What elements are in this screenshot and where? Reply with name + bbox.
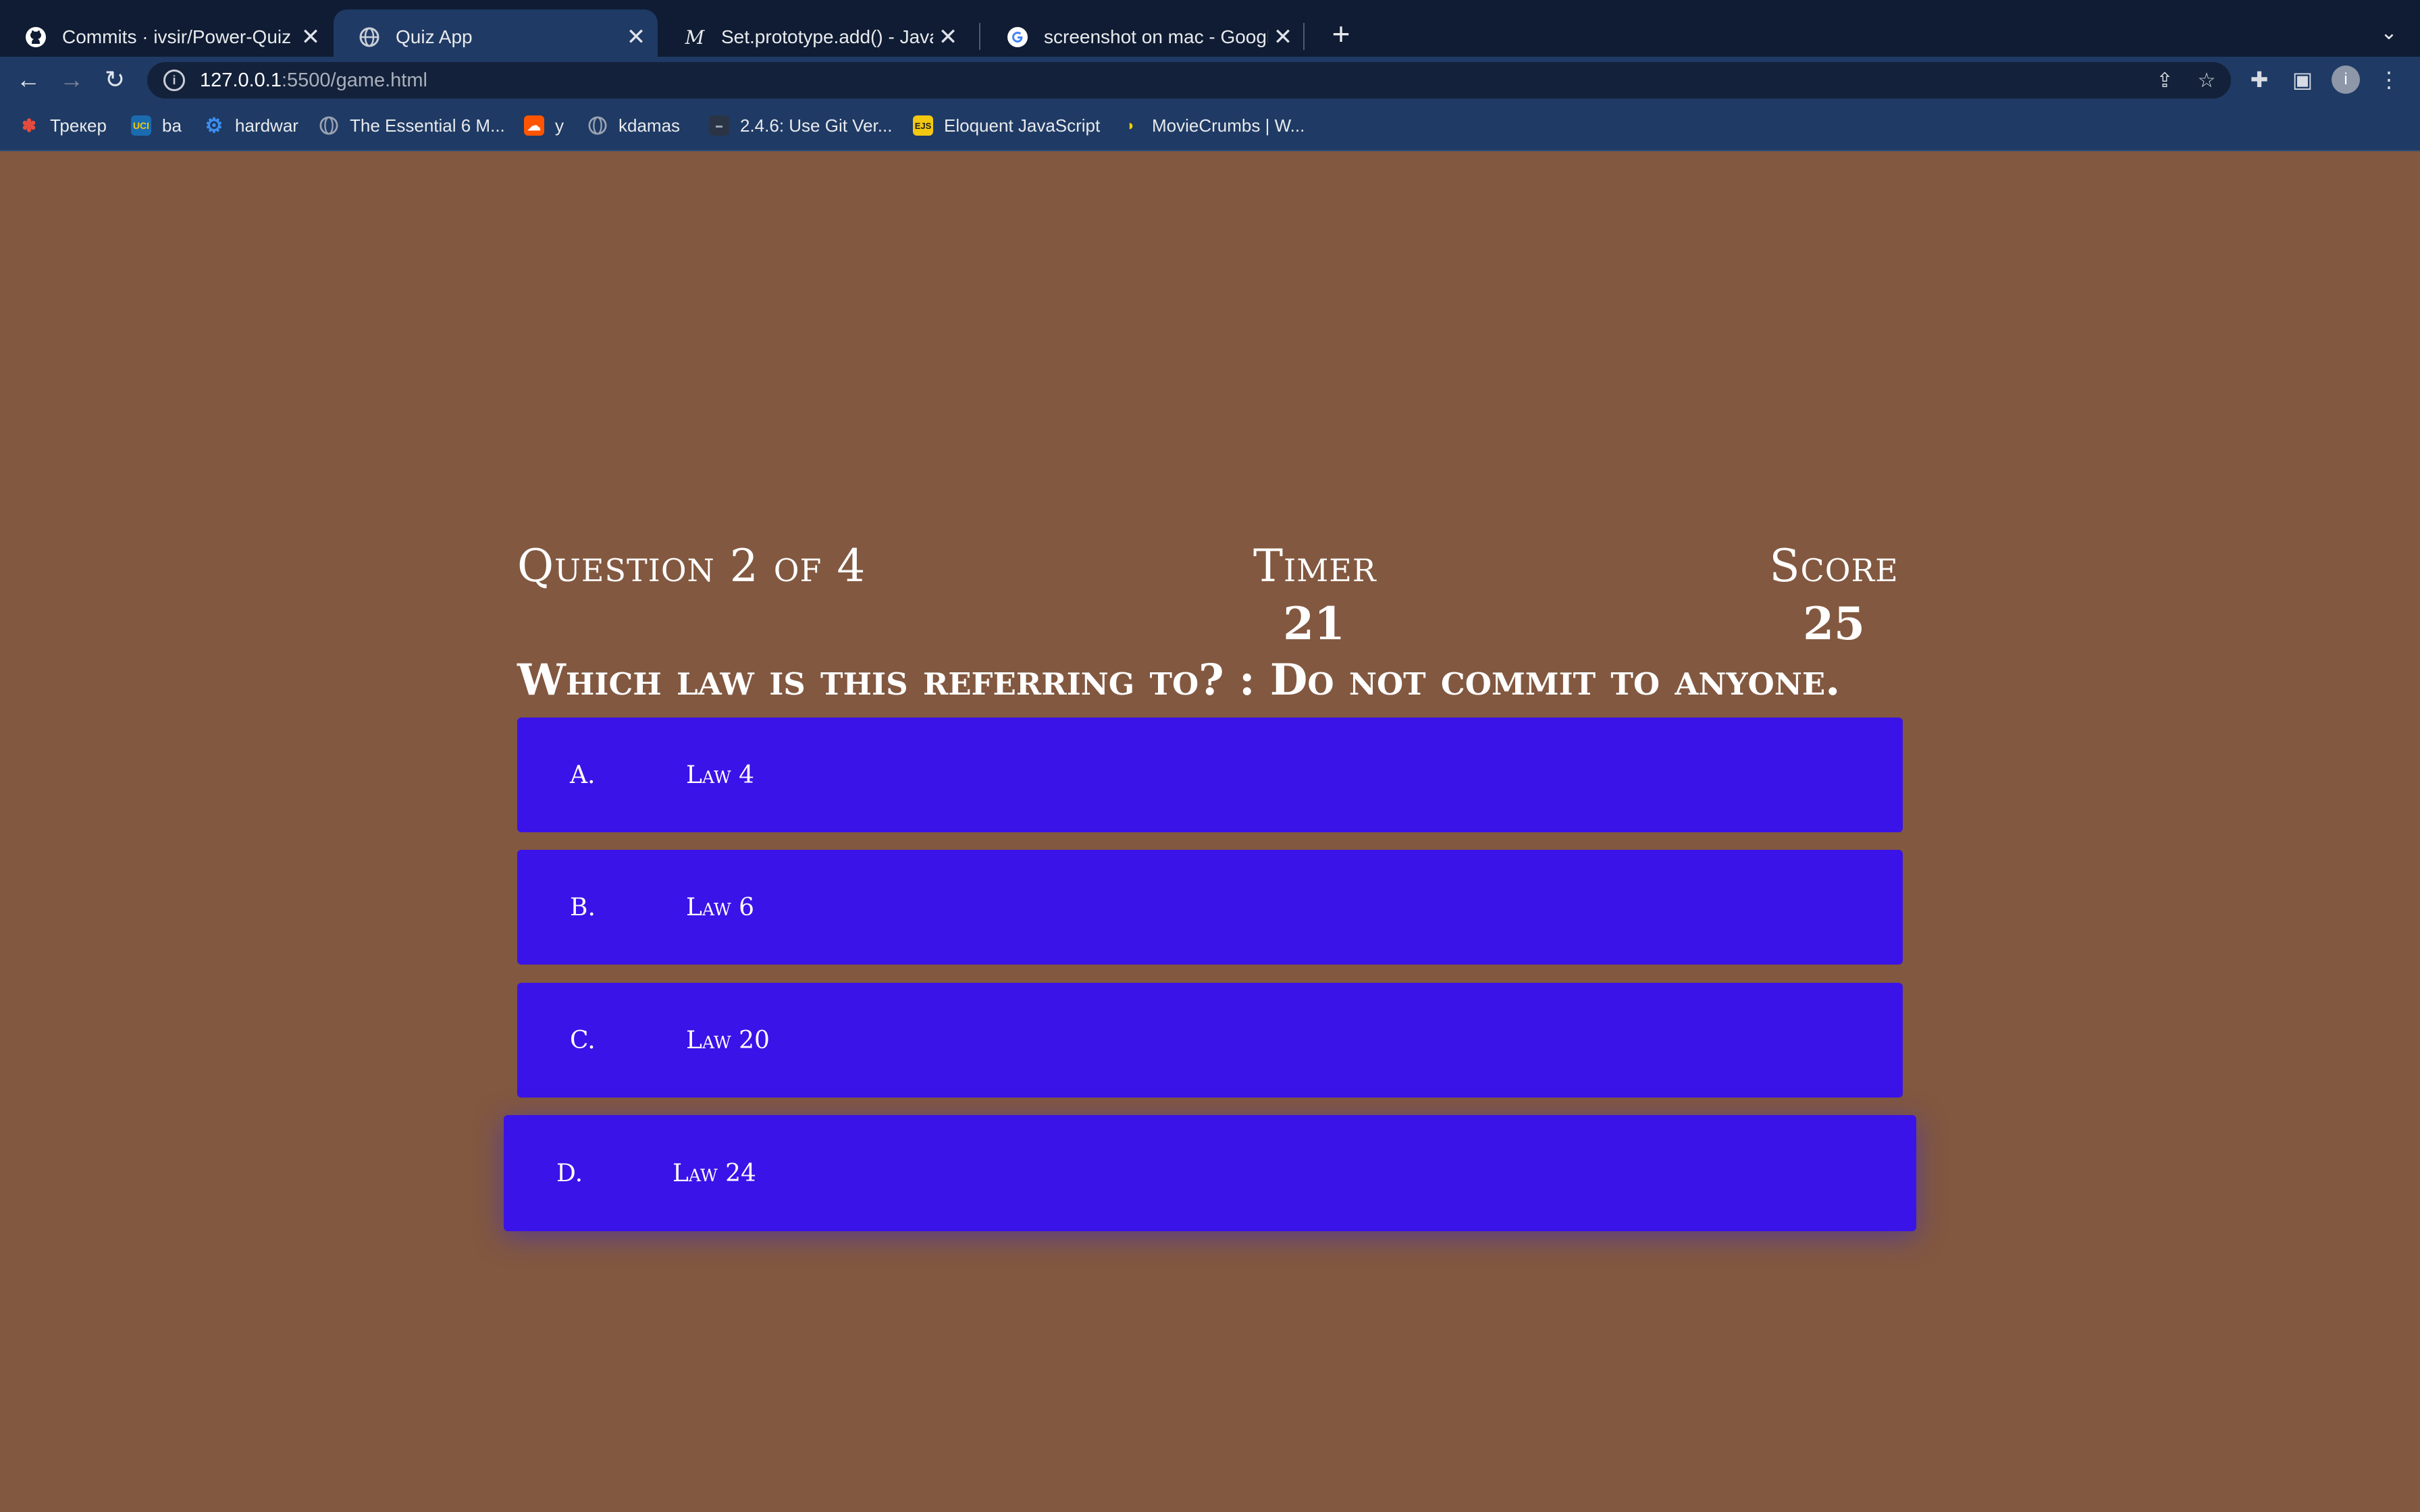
- score-label: Score: [1769, 540, 1899, 592]
- site-info-icon[interactable]: i: [163, 70, 185, 91]
- quiz-hud: Question 2 of 4 Timer 21 Score 25: [517, 540, 1903, 662]
- site-icon: ▬: [709, 115, 729, 136]
- bookmark-label: Трекер: [50, 115, 107, 136]
- timer-label: Timer: [1253, 540, 1377, 592]
- address-bar[interactable]: i 127.0.0.1 :5500/game.html ⇪ ☆: [147, 62, 2231, 99]
- close-icon[interactable]: ✕: [621, 24, 651, 51]
- globe-icon: [587, 115, 608, 136]
- tracker-icon: ✽: [22, 115, 36, 136]
- browser-toolbar: ← → ↻ i 127.0.0.1 :5500/game.html ⇪ ☆ ✚ …: [0, 57, 2420, 101]
- choice-prefix: B.: [570, 893, 596, 921]
- tab-title: Quiz App: [396, 26, 473, 47]
- share-icon[interactable]: ⇪: [2151, 68, 2178, 94]
- bookmark-label: Eloquent JavaScript: [944, 115, 1101, 136]
- bookmarks-bar: ✽ Трекер UCI ba ⚙ hardwar The Essential …: [0, 101, 2420, 151]
- google-icon: [1006, 26, 1029, 49]
- bookmark-git-ver[interactable]: ▬ 2.4.6: Use Git Ver...: [709, 112, 892, 139]
- bookmark-label: hardwar: [235, 115, 298, 136]
- bookmark-kdamas[interactable]: kdamas: [587, 112, 680, 139]
- choice-prefix: C.: [570, 1026, 596, 1054]
- gear-icon: ⚙: [205, 114, 223, 137]
- profile-avatar[interactable]: i: [2332, 65, 2360, 94]
- timer-value: 21: [1283, 597, 1345, 650]
- progress-block: Question 2 of 4: [517, 540, 866, 592]
- soundcloud-icon: ☁: [524, 115, 544, 136]
- bookmark-label: MovieCrumbs | W...: [1152, 115, 1305, 136]
- choice-d[interactable]: D. Law 24: [504, 1115, 1916, 1231]
- bookmark-label: 2.4.6: Use Git Ver...: [740, 115, 893, 136]
- url-host: 127.0.0.1: [200, 69, 282, 91]
- score-value: 25: [1803, 597, 1865, 650]
- timer-block: Timer 21: [1253, 540, 1377, 650]
- choice-text: Law 6: [686, 893, 754, 921]
- choice-a[interactable]: A. Law 4: [517, 718, 1903, 832]
- mdn-icon: M: [685, 26, 705, 49]
- globe-icon: [319, 115, 339, 136]
- uci-icon: UCI: [131, 115, 151, 136]
- bookmark-eloquent-js[interactable]: EJS Eloquent JavaScript: [913, 112, 1100, 139]
- menu-kebab-icon[interactable]: ⋮: [2373, 63, 2405, 96]
- bookmark-tracker[interactable]: ✽ Трекер: [19, 112, 107, 139]
- choice-c[interactable]: C. Law 20: [517, 983, 1903, 1098]
- close-icon[interactable]: ✕: [296, 24, 325, 51]
- globe-icon: [358, 26, 381, 49]
- forward-icon[interactable]: →: [54, 62, 89, 97]
- choice-text: Law 20: [686, 1026, 770, 1054]
- score-block: Score 25: [1763, 540, 1905, 650]
- bookmark-label: The Essential 6 M...: [350, 115, 505, 136]
- extensions-puzzle-icon[interactable]: ✚: [2243, 63, 2276, 96]
- tab-title: Commits · ivsir/Power-Quiz: [62, 26, 292, 47]
- choice-text: Law 24: [673, 1159, 756, 1187]
- moviecrumbs-icon: ◗: [1126, 117, 1136, 134]
- bookmark-y[interactable]: ☁ y: [524, 112, 564, 139]
- bookmark-star-icon[interactable]: ☆: [2193, 68, 2220, 94]
- bookmark-label: kdamas: [619, 115, 681, 136]
- bookmark-label: ba: [162, 115, 182, 136]
- choice-prefix: D.: [556, 1159, 583, 1187]
- tab-title: screenshot on mac - Google Se: [1044, 26, 1268, 47]
- bookmark-hardwar[interactable]: ⚙ hardwar: [204, 112, 298, 139]
- choice-text: Law 4: [686, 761, 754, 789]
- github-icon: [24, 26, 47, 49]
- tab-title: Set.prototype.add() - JavaScrip: [721, 26, 933, 47]
- bookmark-label: y: [555, 115, 564, 136]
- reload-icon[interactable]: ↻: [97, 62, 132, 97]
- bookmark-moviecrumbs[interactable]: ◗ MovieCrumbs | W...: [1121, 112, 1305, 139]
- close-icon[interactable]: ✕: [933, 24, 963, 51]
- side-panel-icon[interactable]: ▣: [2286, 63, 2319, 96]
- ejs-icon: EJS: [913, 115, 933, 136]
- tab-separator: [1303, 23, 1305, 50]
- progress-text: Question 2 of 4: [517, 540, 866, 592]
- close-icon[interactable]: ✕: [1268, 24, 1298, 51]
- question-text: Which law is this referring to? : Do not…: [517, 655, 1841, 705]
- tab-search-chevron-icon[interactable]: ⌄: [2375, 16, 2402, 50]
- new-tab-button[interactable]: +: [1321, 15, 1361, 53]
- bookmark-essential[interactable]: The Essential 6 M...: [319, 112, 505, 139]
- choice-b[interactable]: B. Law 6: [517, 850, 1903, 965]
- url-path: :5500/game.html: [281, 69, 427, 91]
- tab-separator: [979, 23, 980, 50]
- back-icon[interactable]: ←: [11, 62, 46, 97]
- choice-prefix: A.: [570, 761, 596, 789]
- tab-bar: Commits · ivsir/Power-Quiz ✕ Quiz App ✕ …: [0, 0, 2420, 65]
- bookmark-ba[interactable]: UCI ba: [131, 112, 182, 139]
